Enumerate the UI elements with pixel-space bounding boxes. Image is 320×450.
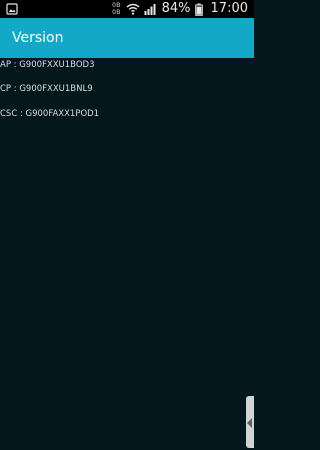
app-bar: Version <box>0 18 254 58</box>
signal-icon <box>144 4 156 15</box>
network-bottom: 0B <box>112 9 121 16</box>
network-activity: 0B 0B <box>112 0 121 18</box>
image-icon <box>6 3 18 15</box>
ap-version: AP : G900FXXU1BOD3 <box>0 60 95 70</box>
csc-version: CSC : G900FAXX1POD1 <box>0 109 100 119</box>
clock: 17:00 <box>210 1 248 16</box>
battery-icon <box>194 3 203 16</box>
status-bar: 0B 0B 84% 17:00 <box>0 0 254 18</box>
chevron-left-icon <box>247 418 252 428</box>
page-title: Version <box>12 30 64 46</box>
battery-percentage: 84% <box>161 1 191 16</box>
cp-version: CP : G900FXXU1BNL9 <box>0 84 93 94</box>
wifi-icon <box>126 3 140 15</box>
network-top: 0B <box>112 2 121 9</box>
side-handle[interactable] <box>246 396 254 448</box>
status-right: 0B 0B 84% 17:00 <box>112 0 248 18</box>
